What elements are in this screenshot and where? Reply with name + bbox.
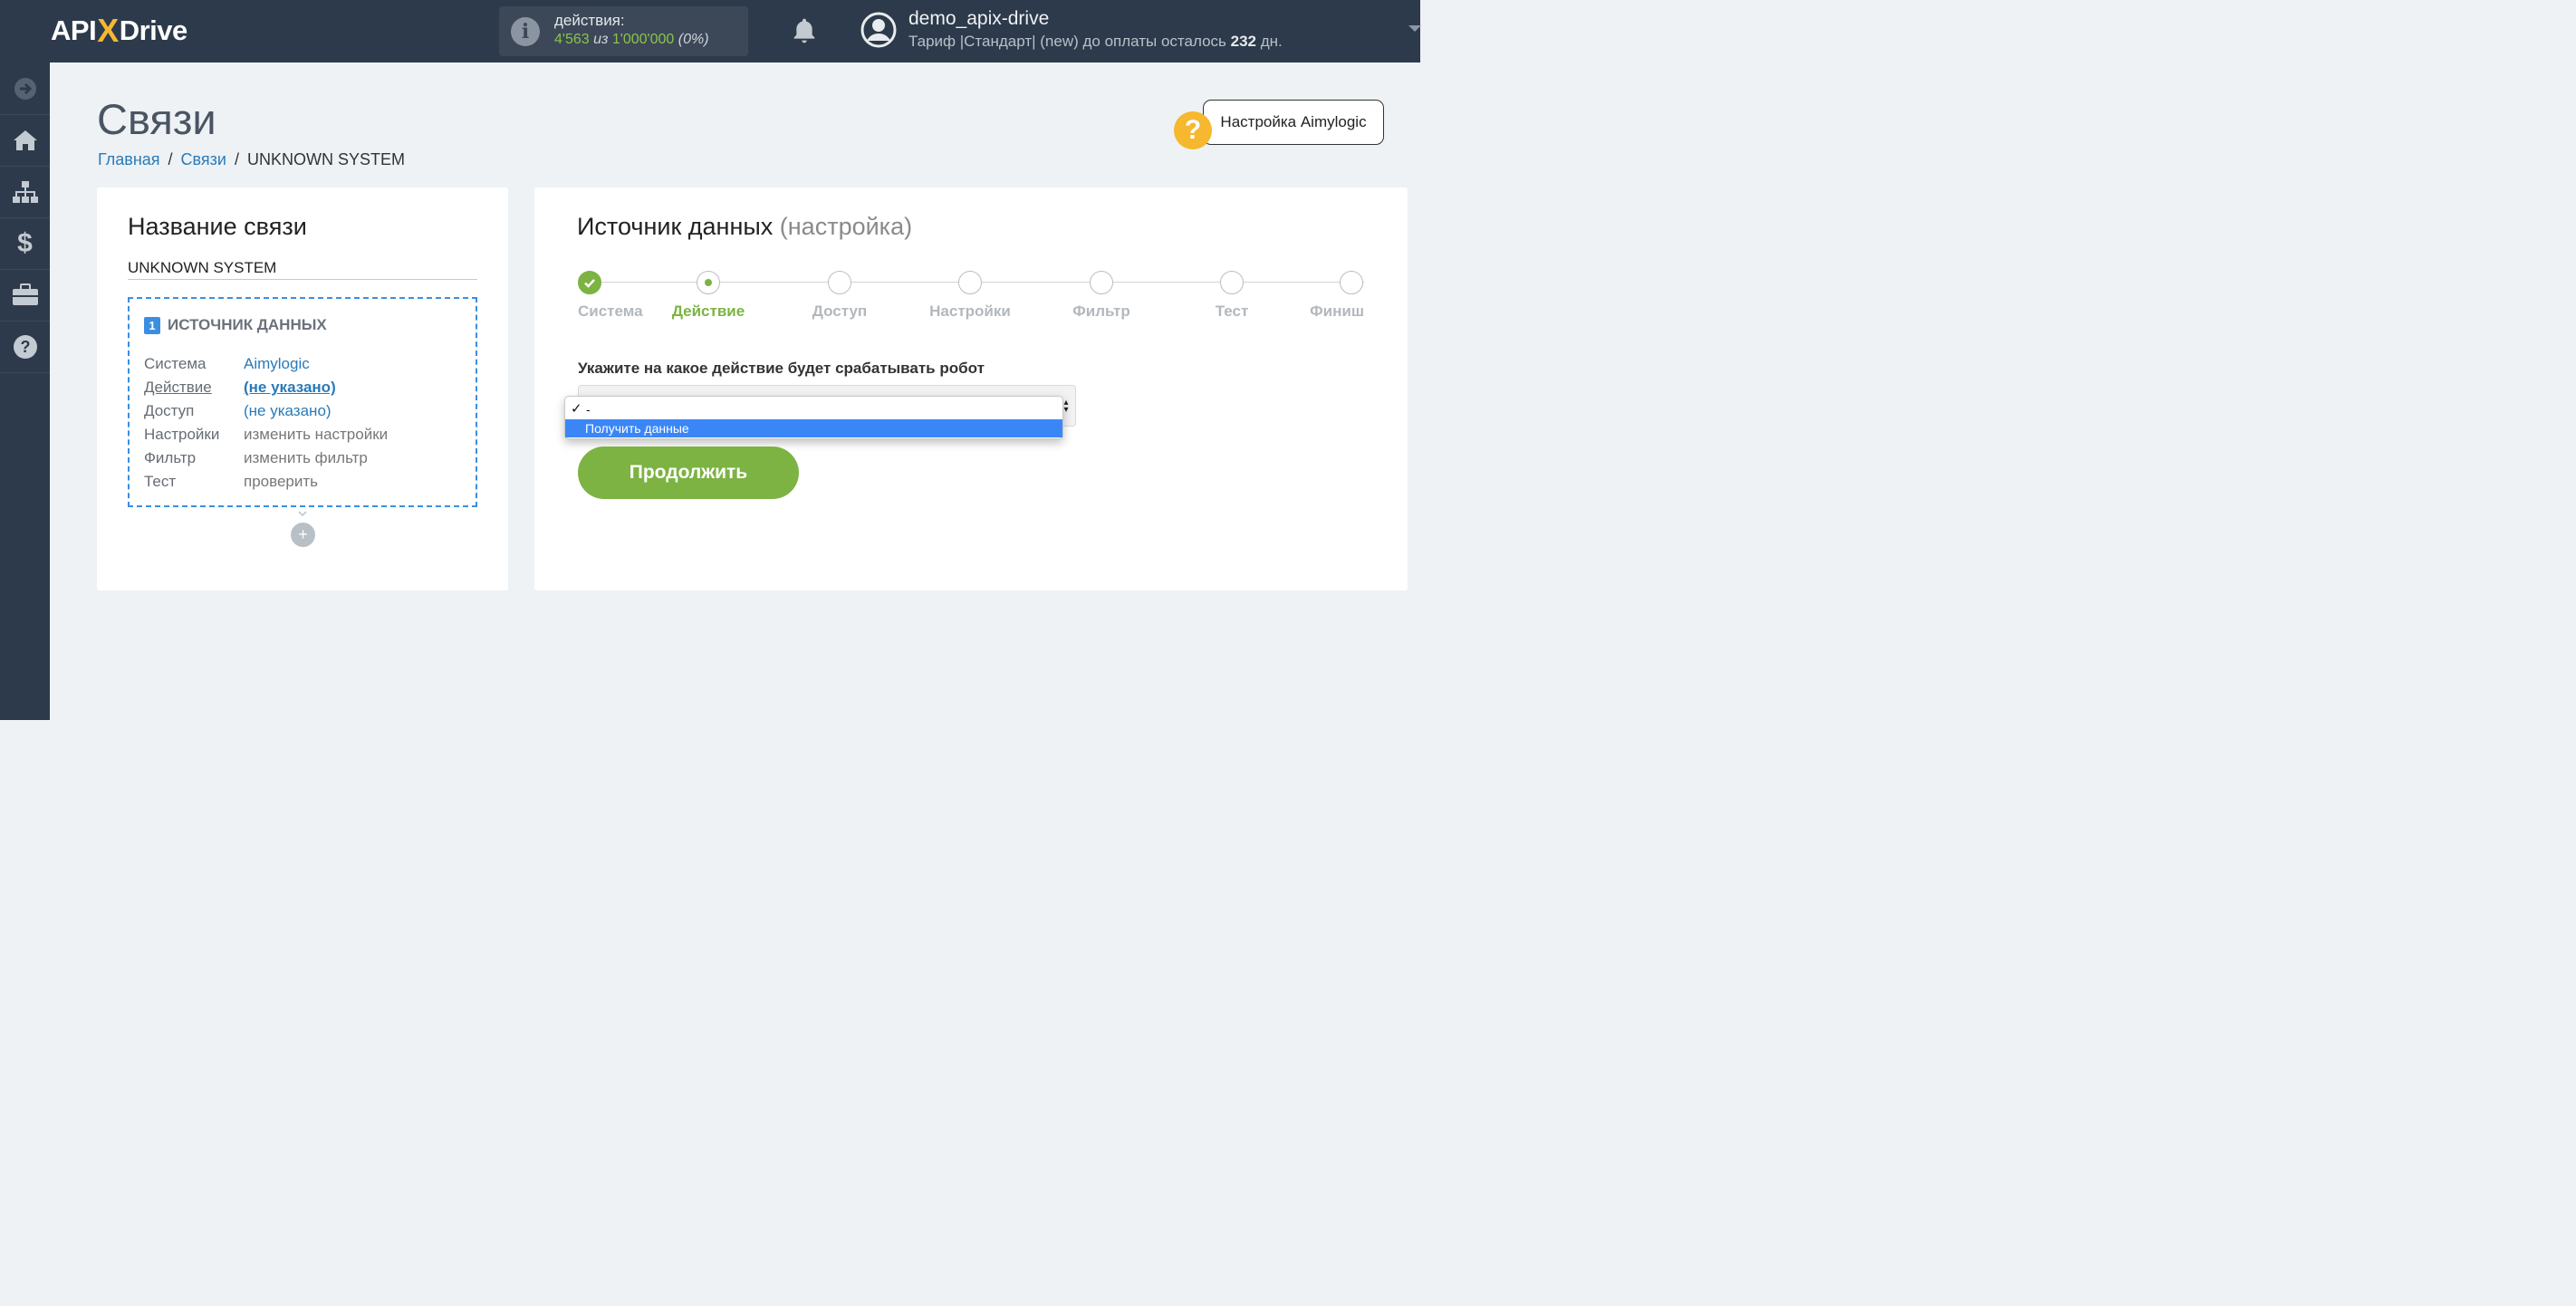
- svg-text:?: ?: [20, 338, 30, 356]
- step-indicator[interactable]: [578, 271, 601, 294]
- arrow-right-circle-icon: [14, 77, 36, 100]
- data-source-heading-text: ИСТОЧНИК ДАННЫХ: [168, 316, 327, 333]
- source-row-key: Доступ: [144, 402, 195, 419]
- sitemap-icon: [12, 180, 38, 203]
- step-indicator[interactable]: [697, 271, 720, 294]
- source-row-key: Система: [144, 355, 207, 372]
- apixdrive-logo[interactable]: API X Drive: [51, 12, 188, 49]
- question-badge-icon[interactable]: ?: [1174, 111, 1212, 149]
- source-row-key[interactable]: Действие: [144, 379, 212, 397]
- logo-text-x: X: [97, 12, 119, 49]
- sidebar: $ ?: [0, 62, 50, 720]
- sidebar-item-services[interactable]: [0, 269, 50, 322]
- settings-heading: Источник данных (настройка): [577, 213, 912, 241]
- source-row-value-link[interactable]: (не указано): [244, 379, 336, 397]
- sidebar-item-connections[interactable]: [0, 166, 50, 218]
- data-source-block[interactable]: 1 ИСТОЧНИК ДАННЫХ Система Aimylogic Дейс…: [128, 297, 477, 507]
- breadcrumb-current: UNKNOWN SYSTEM: [246, 150, 405, 168]
- connection-card: Название связи UNKNOWN SYSTEM 1 ИСТОЧНИК…: [97, 187, 508, 591]
- tariff-days: 232: [1230, 33, 1256, 50]
- settings-heading-main: Источник данных: [577, 213, 774, 240]
- step-indicator[interactable]: [958, 271, 982, 294]
- dropdown-option-label: Получить данные: [585, 421, 689, 436]
- tariff-text: Тариф |Стандарт| (new) до оплаты осталос…: [908, 33, 1226, 50]
- step-label[interactable]: Фильтр: [1072, 302, 1129, 321]
- question-circle-icon: ?: [13, 334, 37, 359]
- tariff-info: Тариф |Стандарт| (new) до оплаты осталос…: [908, 33, 1283, 51]
- source-row-key: Настройки: [144, 426, 220, 443]
- step-label[interactable]: Тест: [1216, 302, 1249, 321]
- actions-count: 4'563 из 1'000'000 (0%): [554, 32, 709, 48]
- actions-used: 4'563: [554, 32, 590, 47]
- source-row-value-link[interactable]: (не указано): [244, 402, 332, 420]
- settings-heading-sub: (настройка): [779, 213, 913, 240]
- step-label[interactable]: Система: [578, 302, 643, 321]
- checkmark-icon: ✓: [571, 401, 582, 417]
- actions-counter: i действия: 4'563 из 1'000'000 (0%): [499, 6, 748, 56]
- data-source-settings-card: Источник данных (настройка) Система Дейст…: [534, 187, 1408, 591]
- breadcrumb-connections[interactable]: Связи: [181, 150, 226, 168]
- dropdown-option-label: -: [586, 402, 591, 417]
- dollar-icon: $: [17, 227, 33, 258]
- breadcrumb-separator: /: [234, 150, 239, 168]
- chevron-down-icon: [298, 511, 307, 516]
- actions-percent: (0%): [678, 32, 709, 47]
- sidebar-item-collapse[interactable]: [0, 62, 50, 115]
- dropdown-option-highlighted[interactable]: Получить данные: [565, 419, 1062, 437]
- add-block-button[interactable]: +: [291, 523, 315, 547]
- chevron-down-icon[interactable]: [1408, 25, 1421, 32]
- step-number-badge: 1: [144, 316, 160, 334]
- sidebar-item-help[interactable]: ?: [0, 321, 50, 373]
- source-row-value: проверить: [244, 473, 319, 490]
- source-row-value: изменить настройки: [244, 426, 389, 443]
- connection-name-heading: Название связи: [128, 213, 307, 240]
- top-bar: API X Drive i действия: 4'563 из 1'000'000…: [0, 0, 1421, 62]
- help-setup-button[interactable]: Настройка Aimylogic: [1203, 100, 1384, 145]
- username[interactable]: demo_apix-drive: [908, 8, 1049, 30]
- source-row-value-link[interactable]: Aimylogic: [244, 355, 310, 373]
- connection-name-input[interactable]: UNKNOWN SYSTEM: [128, 259, 477, 280]
- step-indicator[interactable]: [1340, 271, 1363, 294]
- tariff-days-unit: дн.: [1260, 33, 1283, 50]
- info-icon: i: [511, 17, 540, 46]
- actions-label: действия:: [554, 12, 625, 29]
- user-avatar-icon[interactable]: [860, 12, 897, 48]
- home-icon: [13, 130, 37, 150]
- sidebar-item-home[interactable]: [0, 114, 50, 167]
- step-indicator[interactable]: [828, 271, 851, 294]
- data-source-heading: 1 ИСТОЧНИК ДАННЫХ: [144, 316, 327, 334]
- actions-total: 1'000'000: [611, 32, 675, 47]
- action-field-label: Укажите на какое действие будет срабатыв…: [578, 360, 985, 377]
- source-row-key: Тест: [144, 473, 177, 490]
- step-label[interactable]: Настройки: [929, 302, 1011, 321]
- sidebar-item-billing[interactable]: $: [0, 217, 50, 270]
- step-indicator[interactable]: [1090, 271, 1113, 294]
- breadcrumb-separator: /: [168, 150, 173, 168]
- breadcrumb: Главная / Связи / UNKNOWN SYSTEM: [98, 150, 405, 169]
- actions-of: из: [593, 32, 609, 47]
- breadcrumb-home[interactable]: Главная: [98, 150, 160, 168]
- logo-text-api: API: [51, 14, 97, 46]
- source-row-value: изменить фильтр: [244, 449, 368, 466]
- source-row-key: Фильтр: [144, 449, 197, 466]
- step-label[interactable]: Финиш: [1310, 302, 1364, 321]
- dropdown-option[interactable]: ✓ -: [565, 400, 1062, 418]
- step-label[interactable]: Доступ: [812, 302, 867, 321]
- logo-text-drive: Drive: [119, 14, 188, 46]
- step-indicator[interactable]: [1220, 271, 1244, 294]
- continue-button[interactable]: Продолжить: [578, 447, 799, 499]
- briefcase-icon: [12, 283, 38, 305]
- check-icon: [584, 279, 595, 288]
- bell-icon[interactable]: [790, 16, 819, 45]
- page-title: Связи: [97, 95, 216, 143]
- action-dropdown-menu[interactable]: ✓ - Получить данные: [564, 396, 1063, 439]
- step-label[interactable]: Действие: [672, 302, 745, 321]
